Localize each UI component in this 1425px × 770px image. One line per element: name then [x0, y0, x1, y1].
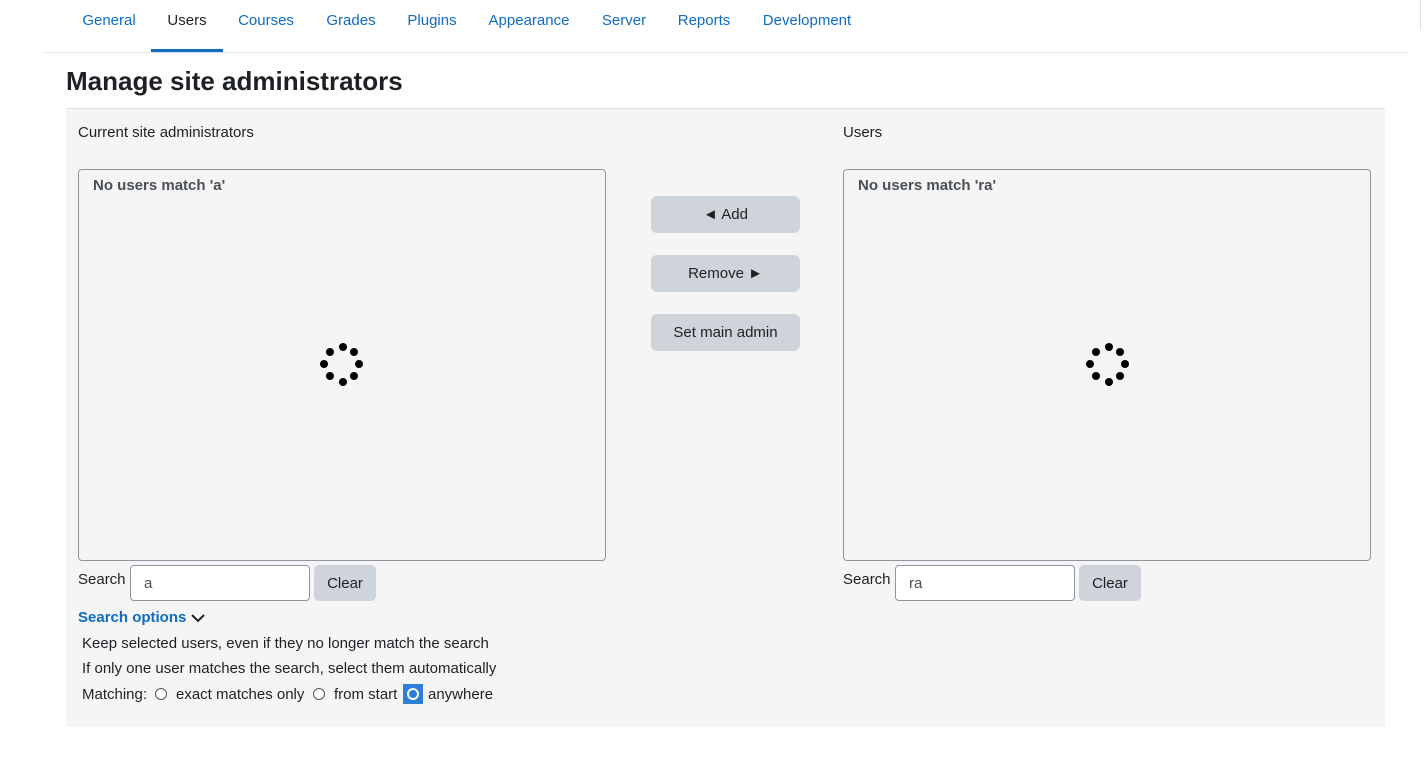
add-button[interactable]: ◄ Add	[651, 196, 800, 233]
matching-exact-radio[interactable]	[155, 688, 167, 700]
admin-selector-panel: Current site administrators No users mat…	[66, 108, 1385, 727]
auto-select-option[interactable]: If only one user matches the search, sel…	[82, 660, 496, 677]
matching-start-label: from start	[334, 686, 398, 703]
chevron-down-icon	[191, 614, 206, 623]
users-search-label: Search	[843, 571, 891, 588]
current-admins-search-label: Search	[78, 571, 126, 588]
matching-label: Matching:	[82, 686, 148, 703]
loading-spinner-icon	[1085, 341, 1133, 389]
search-options-label: Search options	[78, 609, 187, 626]
tab-development[interactable]: Development	[747, 0, 867, 52]
matching-start-radio[interactable]	[313, 688, 325, 700]
current-admins-label: Current site administrators	[78, 124, 254, 141]
current-admins-listbox[interactable]: No users match 'a'	[78, 169, 606, 561]
tab-server[interactable]: Server	[586, 0, 662, 52]
set-main-admin-button[interactable]: Set main admin	[651, 314, 800, 351]
users-clear-button[interactable]: Clear	[1079, 565, 1141, 601]
tab-general[interactable]: General	[66, 0, 152, 52]
users-empty-message: No users match 'ra'	[858, 177, 997, 194]
users-search-input[interactable]	[895, 565, 1075, 601]
loading-spinner-icon	[319, 341, 367, 389]
search-options-toggle[interactable]: Search options	[78, 609, 206, 626]
current-admins-search-input[interactable]	[130, 565, 310, 601]
matching-exact-label: exact matches only	[176, 686, 305, 703]
keep-selected-option[interactable]: Keep selected users, even if they no lon…	[82, 635, 489, 652]
tab-courses[interactable]: Courses	[223, 0, 309, 52]
tab-users[interactable]: Users	[151, 0, 223, 52]
matching-anywhere-label: anywhere	[428, 686, 494, 703]
tab-appearance[interactable]: Appearance	[473, 0, 585, 52]
page-title: Manage site administrators	[66, 66, 403, 96]
current-admins-empty-message: No users match 'a'	[93, 177, 226, 194]
users-listbox[interactable]: No users match 'ra'	[843, 169, 1371, 561]
secondary-navigation: General Users Courses Grades Plugins App…	[43, 0, 1407, 53]
window-edge	[1420, 0, 1421, 30]
remove-button[interactable]: Remove ►	[651, 255, 800, 292]
matching-anywhere-radio[interactable]	[403, 684, 423, 704]
users-label: Users	[843, 124, 883, 141]
tab-plugins[interactable]: Plugins	[392, 0, 472, 52]
tab-grades[interactable]: Grades	[311, 0, 391, 52]
tab-reports[interactable]: Reports	[662, 0, 746, 52]
current-admins-clear-button[interactable]: Clear	[314, 565, 376, 601]
